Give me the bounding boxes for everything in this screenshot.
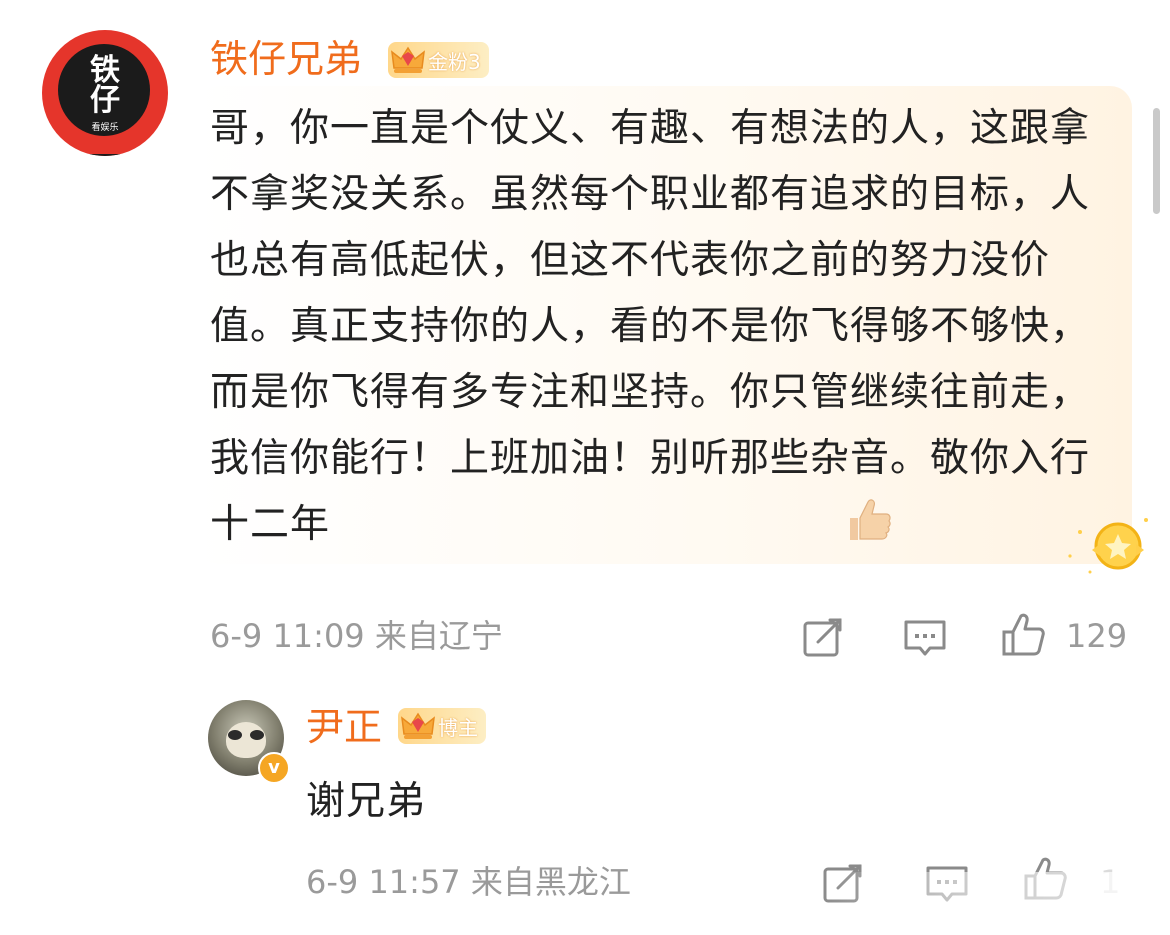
thumbs-up-icon[interactable] <box>1000 612 1046 658</box>
medal-icon <box>1068 518 1148 574</box>
avatar-face <box>226 722 266 758</box>
reply-meta: 6-9 11:57 来自黑龙江 <box>306 863 631 901</box>
reply-text: 谢兄弟 <box>306 779 427 824</box>
comment-meta: 6-9 11:09 来自辽宁 <box>210 617 503 655</box>
comment-text: 哥，你一直是个仗义、有趣、有想法的人，这跟拿不拿奖没关系。虽然每个职业都有追求的… <box>210 106 1091 547</box>
watermark-overlay <box>820 872 1170 935</box>
scrollbar[interactable] <box>1153 108 1160 214</box>
thumbs-up-emoji <box>850 499 891 540</box>
avatar-logo-text: 仔 <box>90 83 120 118</box>
reply-username[interactable]: 尹正 <box>306 704 382 750</box>
like-count: 129 <box>1066 617 1128 655</box>
avatar-logo-subtext: 看娱乐 <box>91 123 119 133</box>
fan-badge-label: 金粉3 <box>428 49 481 74</box>
fan-badge[interactable]: 金粉3 <box>388 42 489 78</box>
blogger-badge[interactable]: 博主 <box>398 708 486 744</box>
avatar[interactable]: 铁 仔 看娱乐 <box>42 30 168 156</box>
crown-icon <box>388 42 428 78</box>
avatar-goggle <box>228 730 242 740</box>
comment-icon[interactable] <box>902 614 948 660</box>
share-icon[interactable] <box>800 614 846 660</box>
comment-username[interactable]: 铁仔兄弟 <box>210 36 362 82</box>
avatar-logo-text: 铁 <box>90 53 120 88</box>
crown-icon <box>398 708 438 744</box>
verified-icon: v <box>258 752 290 784</box>
avatar-goggle <box>250 730 264 740</box>
avatar-logo-bar <box>64 154 146 156</box>
blogger-badge-label: 博主 <box>438 715 478 740</box>
